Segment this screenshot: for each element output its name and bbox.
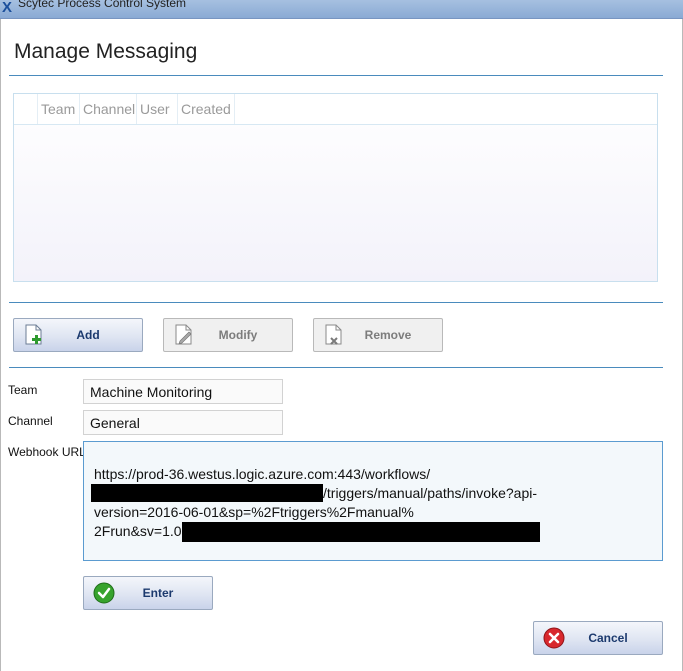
title-bar: X Scytec Process Control System [0, 0, 683, 19]
page-title: Manage Messaging [14, 40, 198, 63]
team-label: Team [8, 383, 38, 397]
remove-button-label: Remove [364, 328, 412, 342]
modify-button[interactable]: Modify [163, 318, 293, 352]
cancel-button[interactable]: Cancel [533, 621, 663, 655]
divider [9, 367, 663, 368]
webhook-url-line: version=2016-06-01&sp=%2Ftriggers%2Fmanu… [94, 504, 414, 520]
channel-field[interactable]: General [83, 410, 283, 435]
enter-button-label: Enter [142, 586, 174, 600]
divider [9, 75, 663, 76]
divider [9, 302, 663, 303]
column-header-channel[interactable]: Channel [80, 94, 137, 124]
webhook-url-line: 2Frun&sv=1.0 [94, 522, 540, 542]
redacted-block [181, 522, 540, 542]
messaging-grid[interactable]: Team Channel User Created [13, 93, 658, 282]
column-header-created[interactable]: Created [178, 94, 235, 124]
window-title: Scytec Process Control System [18, 0, 187, 10]
column-header-team[interactable]: Team [38, 94, 80, 124]
webhook-url-text: /triggers/manual/paths/invoke?api- [323, 485, 538, 501]
webhook-url-line: https://prod-36.westus.logic.azure.com:4… [94, 466, 431, 482]
webhook-url-text: 2Frun&sv=1.0 [94, 523, 182, 539]
webhook-url-label: Webhook URL [8, 445, 86, 459]
add-button[interactable]: Add [13, 318, 143, 352]
modify-button-label: Modify [218, 328, 258, 342]
channel-label: Channel [8, 414, 53, 428]
team-field[interactable]: Machine Monitoring [83, 379, 283, 404]
remove-button[interactable]: Remove [313, 318, 443, 352]
cancel-button-label: Cancel [588, 631, 628, 645]
add-button-label: Add [76, 328, 100, 342]
enter-button[interactable]: Enter [83, 576, 213, 610]
redacted-block [91, 484, 323, 502]
column-header-user[interactable]: User [137, 94, 178, 124]
webhook-url-line: /triggers/manual/paths/invoke?api- [91, 484, 537, 502]
grid-header: Team Channel User Created [14, 94, 657, 125]
row-selector-header [14, 94, 38, 124]
app-logo-icon: X [1, 0, 12, 16]
webhook-url-field[interactable]: https://prod-36.westus.logic.azure.com:4… [83, 441, 663, 561]
